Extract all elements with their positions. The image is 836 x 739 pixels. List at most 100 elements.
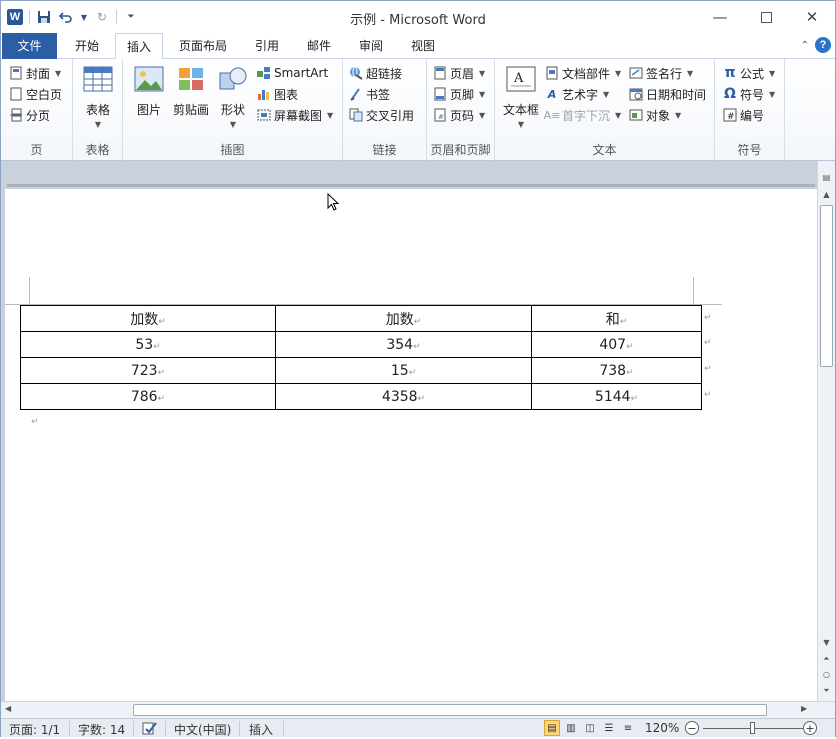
table-cell[interactable]: 加数↵ [20, 305, 276, 332]
shapes-label: 形状 [220, 103, 245, 117]
page-number-button[interactable]: # 页码 ▼ [433, 105, 485, 125]
chart-label: 图表 [274, 87, 299, 102]
close-icon[interactable]: ✕ [789, 1, 835, 33]
clipart-label: 剪贴画 [172, 103, 209, 117]
page-break-button[interactable]: 分页 [9, 105, 50, 125]
collapse-ribbon-icon[interactable]: ⌃ [801, 40, 809, 51]
browse-object-icon[interactable]: ○ [819, 667, 834, 682]
chevron-down-icon: ▼ [603, 89, 610, 99]
symbol-button[interactable]: Ω 符号 ▼ [723, 84, 775, 104]
footer-label: 页脚 [450, 87, 475, 102]
shapes-button[interactable]: 形状 ▼ [213, 63, 253, 129]
language-indicator[interactable]: 中文(中国) [174, 721, 231, 738]
cover-page-button[interactable]: 封面 ▼ [9, 63, 61, 83]
scroll-down-icon[interactable]: ▼ [819, 635, 834, 650]
table-cell[interactable]: 53↵ [20, 331, 276, 358]
zoom-level[interactable]: 120% [645, 721, 679, 735]
cover-page-label: 封面 [26, 66, 51, 81]
page-count[interactable]: 页面: 1/1 [9, 721, 60, 738]
table-cell[interactable]: 15↵ [275, 357, 532, 384]
help-icon[interactable]: ? [815, 37, 831, 53]
tab-file[interactable]: 文件 [2, 33, 57, 59]
zoom-out-icon[interactable]: − [685, 721, 699, 735]
zoom-slider-thumb[interactable] [750, 722, 755, 734]
smartart-label: SmartArt [274, 66, 329, 80]
wordart-button[interactable]: A 艺术字 ▼ [545, 84, 609, 104]
full-screen-reading-icon[interactable]: ▥ [563, 720, 579, 736]
tab-insert[interactable]: 插入 [115, 33, 163, 60]
print-layout-view-icon[interactable]: ▤ [544, 720, 560, 736]
document-area[interactable] [1, 189, 819, 701]
word-count[interactable]: 字数: 14 [78, 721, 125, 738]
tab-review[interactable]: 审阅 [349, 33, 393, 59]
row-end-mark: ↵ [704, 338, 712, 348]
table-cell[interactable]: 4358↵ [275, 383, 532, 410]
footer-button[interactable]: 页脚 ▼ [433, 84, 485, 104]
tab-home[interactable]: 开始 [63, 33, 111, 59]
table-cell[interactable]: 354↵ [275, 331, 532, 358]
ribbon: 封面 ▼ 空白页 分页 页 表格 ▼ 表格 图片 剪贴画 形状 ▼ SmartA… [1, 59, 835, 161]
table-row: 786↵ 4358↵ 5144↵ [20, 383, 702, 410]
table-cell[interactable]: 786↵ [20, 383, 276, 410]
tab-view[interactable]: 视图 [401, 33, 445, 59]
chart-button[interactable]: 图表 [257, 84, 298, 104]
equation-button[interactable]: π 公式 ▼ [723, 63, 775, 83]
drop-cap-button[interactable]: A≡ 首字下沉 ▼ [544, 105, 622, 125]
tab-page-layout[interactable]: 页面布局 [171, 33, 235, 59]
table-cell[interactable]: 407↵ [531, 331, 702, 358]
clipart-button[interactable]: 剪贴画 [169, 63, 213, 118]
object-button[interactable]: 对象 ▼ [629, 105, 681, 125]
date-time-label: 日期和时间 [646, 87, 707, 102]
scroll-right-icon[interactable]: ▶ [801, 704, 807, 713]
screenshot-button[interactable]: 屏幕截图 ▼ [257, 105, 333, 125]
table-button[interactable]: 表格 ▼ [78, 63, 118, 129]
cell-end-mark: ↵ [413, 316, 422, 327]
proofing-icon[interactable] [141, 720, 159, 739]
hyperlink-button[interactable]: 超链接 [349, 63, 402, 83]
smartart-button[interactable]: SmartArt [257, 63, 328, 83]
horizontal-scroll-thumb[interactable] [133, 704, 767, 716]
table-cell[interactable]: 和↵ [531, 305, 702, 332]
cell-text: 53 [135, 336, 154, 353]
scroll-up-icon[interactable]: ▲ [819, 187, 834, 202]
draft-view-icon[interactable]: ≡ [620, 720, 636, 736]
group-label-symbols: 符号 [737, 143, 762, 157]
cross-reference-button[interactable]: 交叉引用 [349, 105, 414, 125]
blank-page-button[interactable]: 空白页 [9, 84, 62, 104]
web-layout-icon[interactable]: ◫ [582, 720, 598, 736]
tab-references[interactable]: 引用 [245, 33, 289, 59]
table-cell[interactable]: 5144↵ [531, 383, 702, 410]
header-button[interactable]: 页眉 ▼ [433, 63, 485, 83]
picture-label: 图片 [136, 103, 161, 117]
scroll-left-icon[interactable]: ◀ [5, 704, 11, 713]
zoom-in-icon[interactable]: + [803, 721, 817, 735]
textbox-button[interactable]: A 文本框 ▼ [499, 63, 543, 129]
date-time-button[interactable]: 日期和时间 [629, 84, 706, 104]
next-page-icon[interactable]: ⏷ [819, 683, 834, 698]
tab-mailings[interactable]: 邮件 [297, 33, 341, 59]
numbering-button[interactable]: # 编号 [723, 105, 764, 125]
table-cell[interactable]: 723↵ [20, 357, 276, 384]
maximize-icon[interactable] [743, 1, 789, 33]
vertical-scroll-thumb[interactable] [820, 205, 833, 367]
divider [133, 721, 134, 736]
insert-mode-indicator[interactable]: 插入 [249, 721, 273, 738]
quick-parts-button[interactable]: 文档部件 ▼ [545, 63, 621, 83]
page-break-icon [9, 108, 23, 122]
previous-page-icon[interactable]: ⏶ [819, 651, 834, 666]
group-label-header-footer: 页眉和页脚 [430, 143, 491, 157]
group-pages: 封面 ▼ 空白页 分页 页 [1, 59, 73, 161]
ruler-toggle-icon[interactable]: ▤ [819, 170, 834, 185]
cell-text: 407 [599, 336, 627, 353]
picture-button[interactable]: 图片 [129, 63, 169, 118]
outline-view-icon[interactable]: ☰ [601, 720, 617, 736]
vertical-scrollbar[interactable]: ▤ ▲ ▼ ⏶ ○ ⏷ [817, 161, 835, 701]
table-cell[interactable]: 738↵ [531, 357, 702, 384]
minimize-icon[interactable]: — [697, 1, 743, 33]
table-cell[interactable]: 加数↵ [275, 305, 532, 332]
numbering-label: 编号 [740, 108, 765, 123]
bookmark-button[interactable]: 书签 [349, 84, 390, 104]
cell-text: 加数 [130, 311, 159, 328]
signature-line-button[interactable]: 签名行 ▼ [629, 63, 693, 83]
horizontal-scrollbar[interactable]: ◀ ▶ [1, 701, 835, 718]
